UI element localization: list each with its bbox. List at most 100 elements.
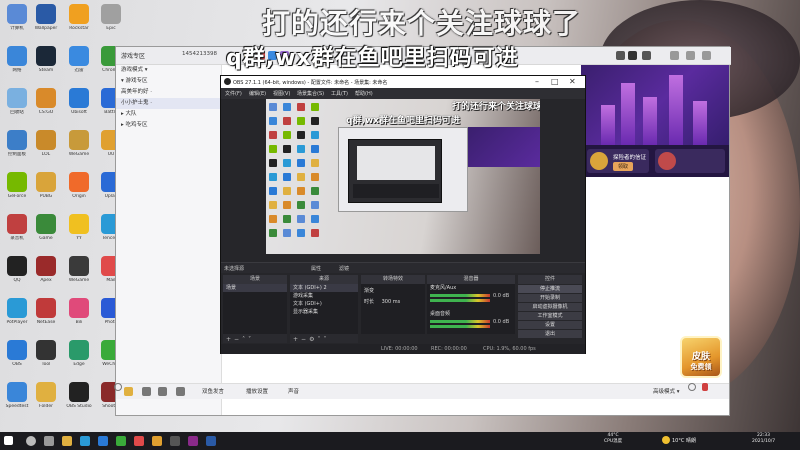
add-icon[interactable]: + — [293, 336, 298, 343]
app-icon[interactable] — [188, 436, 198, 446]
edge-icon[interactable] — [80, 436, 90, 446]
search-icon[interactable] — [114, 383, 122, 391]
filters-button[interactable]: 滤镜 — [339, 265, 349, 272]
desktop-icon[interactable]: Tool — [29, 338, 63, 380]
skin-promo-badge[interactable]: 皮肤 免费领 — [680, 336, 722, 378]
wegame-icon — [69, 130, 89, 150]
desktop-icon[interactable]: WeGame — [62, 128, 96, 170]
banner-card-1[interactable]: 探险者的信证 领取 — [587, 149, 649, 173]
source-item[interactable]: 游戏采集 — [290, 292, 358, 300]
preview-icon — [297, 173, 305, 181]
app-icon[interactable] — [206, 436, 216, 446]
menu-file[interactable]: 文件(F) — [225, 90, 242, 97]
task-view-icon[interactable] — [44, 436, 54, 446]
emoji-face-icon[interactable] — [688, 383, 696, 391]
banner-card-2[interactable] — [655, 149, 725, 173]
app-icon[interactable] — [152, 436, 162, 446]
sidebar-item[interactable]: 高美年的好 · — [116, 87, 221, 98]
desktop-icon-label: OBS Studio — [66, 404, 92, 409]
desktop-icon[interactable]: OBS Studio — [62, 380, 96, 422]
duration-value[interactable]: 300 ms — [382, 299, 401, 305]
desktop-icon[interactable]: NetEase — [29, 296, 63, 338]
weather-text[interactable]: 10°C 晴朗 — [672, 437, 696, 444]
menu-view[interactable]: 视图(V) — [273, 90, 290, 97]
sidebar-item[interactable]: 游戏模式 ▾ — [116, 65, 221, 76]
wechat-icon[interactable] — [116, 436, 126, 446]
source-item[interactable]: 文本 (GDI+) 2 — [290, 284, 358, 292]
windows-start-icon[interactable] — [4, 436, 13, 445]
clock[interactable]: 22:33 2021/10/7 — [752, 433, 775, 445]
up-icon[interactable]: ˄ — [242, 336, 245, 343]
desktop-icon[interactable]: Game — [29, 212, 63, 254]
rockstar-icon — [69, 4, 89, 24]
explorer-icon[interactable] — [62, 436, 72, 446]
mixer-panel: 麦克风/Aux 0.0 dB 桌面音频 0.0 dB — [427, 284, 515, 334]
steam-icon — [7, 46, 27, 66]
desktop-icon[interactable]: Edge — [62, 338, 96, 380]
desktop-icon-label: Ubisoft — [71, 110, 87, 115]
desktop-icon[interactable]: CS:GO — [29, 86, 63, 128]
up-icon[interactable]: ˄ — [317, 336, 320, 343]
chat-input[interactable] — [112, 380, 712, 394]
app-icon[interactable] — [134, 436, 144, 446]
source-item[interactable]: 显示器采集 — [290, 308, 358, 316]
desktop-icon[interactable]: Apex — [29, 254, 63, 296]
menu-help[interactable]: 帮助(H) — [355, 90, 373, 97]
obs-logo-icon — [224, 78, 231, 85]
obs-minimize-icon[interactable]: – — [535, 77, 539, 86]
desktop-icon[interactable]: Folder — [29, 380, 63, 422]
menu-edit[interactable]: 编辑(E) — [249, 90, 266, 97]
close-icon[interactable] — [702, 51, 711, 60]
settings-button[interactable]: 设置 — [518, 321, 582, 329]
obs-maximize-icon[interactable]: □ — [551, 77, 559, 86]
gear-icon[interactable]: ⚙ — [309, 336, 314, 343]
obs-close-icon[interactable]: ✕ — [569, 77, 576, 86]
gamepad-icon[interactable] — [642, 51, 651, 60]
scene-item[interactable]: 场景 — [223, 284, 287, 292]
maximize-icon[interactable] — [686, 51, 695, 60]
menu-tools[interactable]: 工具(T) — [331, 90, 348, 97]
start-recording-button[interactable]: 开始录制 — [518, 294, 582, 302]
mic-red-icon[interactable] — [702, 383, 708, 391]
obs-preview[interactable]: 打的还行来个关注球球了 q群,wx群在鱼吧里扫码可进 — [266, 99, 540, 254]
studio-mode-button[interactable]: 工作室模式 — [518, 312, 582, 320]
menu-scenes[interactable]: 场景集合(S) — [297, 90, 324, 97]
home-icon[interactable] — [628, 51, 637, 60]
remove-icon[interactable]: − — [301, 336, 306, 343]
banner-card-button[interactable]: 领取 — [613, 162, 634, 171]
sidebar-item[interactable]: ▾ 游戏专区 — [116, 76, 221, 87]
source-item[interactable]: 文本 (GDI+) — [290, 300, 358, 308]
minimize-icon[interactable] — [670, 51, 679, 60]
sidebar-item[interactable]: ▸ 大队 — [116, 109, 221, 120]
desktop-icon[interactable]: Origin — [62, 170, 96, 212]
virtual-camera-button[interactable]: 启动虚拟摄像机 — [518, 303, 582, 311]
desktop-icon[interactable]: Ubisoft — [62, 86, 96, 128]
weather-icon[interactable] — [662, 436, 670, 444]
obs-task-icon[interactable] — [170, 436, 180, 446]
add-icon[interactable]: + — [226, 336, 231, 343]
sidebar-item[interactable]: 小小护士鬼 · — [116, 98, 221, 109]
desktop-icon[interactable]: Steam — [29, 44, 63, 86]
transition-type[interactable]: 渐变 — [361, 287, 425, 295]
desktop-icon[interactable]: LOL — [29, 128, 63, 170]
stop-streaming-button[interactable]: 停止推流 — [518, 285, 582, 293]
desktop-icon[interactable]: 迅雷 — [62, 44, 96, 86]
desktop-icon[interactable]: WeGame — [62, 254, 96, 296]
desktop-icon[interactable]: Rockstar — [62, 2, 96, 44]
desktop-icon[interactable]: PUBG — [29, 170, 63, 212]
menu-icon[interactable] — [616, 51, 625, 60]
duration-label: 时长 — [364, 299, 375, 305]
desktop-icon[interactable]: Wallpaper — [29, 2, 63, 44]
properties-button[interactable]: 属性 — [311, 265, 321, 272]
exit-button[interactable]: 退出 — [518, 330, 582, 338]
preview-icon — [311, 117, 319, 125]
down-icon[interactable]: ˅ — [248, 336, 251, 343]
desktop-icon[interactable]: YY — [62, 212, 96, 254]
down-icon[interactable]: ˅ — [323, 336, 326, 343]
remove-icon[interactable]: − — [234, 336, 239, 343]
desktop-icon[interactable]: Epic — [94, 2, 128, 44]
search-icon[interactable] — [26, 436, 36, 446]
mail-icon[interactable] — [98, 436, 108, 446]
sidebar-item[interactable]: ▸ 吃鸡专区 — [116, 120, 221, 131]
desktop-icon[interactable]: Bili — [62, 296, 96, 338]
